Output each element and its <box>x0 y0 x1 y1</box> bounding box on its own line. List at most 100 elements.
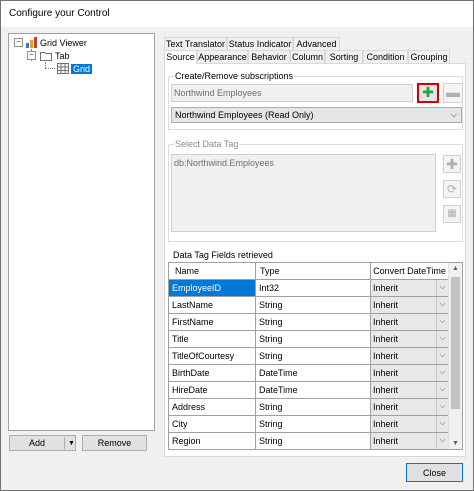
subscription-name-input[interactable]: Northwind Employees <box>171 84 413 102</box>
field-type-cell[interactable]: String <box>256 331 371 348</box>
column-header-name[interactable]: Name <box>169 263 256 280</box>
table-row[interactable]: Title String Inherit ⌵ <box>169 331 449 348</box>
tab-sorting[interactable]: Sorting <box>325 50 363 63</box>
convert-datetime-select[interactable]: Inherit ⌵ <box>371 399 449 416</box>
chevron-down-icon[interactable]: ⌵ <box>436 280 448 296</box>
chevron-down-icon[interactable]: ⌵ <box>436 365 448 381</box>
field-name-cell[interactable]: FirstName <box>169 314 256 331</box>
tab-grouping[interactable]: Grouping <box>408 50 450 63</box>
field-name-cell[interactable]: LastName <box>169 297 256 314</box>
tab-column[interactable]: Column <box>290 50 325 63</box>
tree-node-grid-label: Grid <box>71 64 93 74</box>
field-type-cell[interactable]: String <box>256 433 371 449</box>
field-name-cell[interactable]: Region <box>169 433 256 449</box>
plus-icon: ✚ <box>422 84 434 100</box>
table-row[interactable]: LastName String Inherit ⌵ <box>169 297 449 314</box>
add-tag-button[interactable]: ✚ <box>443 155 461 173</box>
field-name-cell[interactable]: Address <box>169 399 256 416</box>
remove-button[interactable]: Remove <box>82 435 147 451</box>
table-row[interactable]: Address String Inherit ⌵ <box>169 399 449 416</box>
table-tag-button[interactable]: ▦ <box>443 205 461 223</box>
field-name-cell[interactable]: HireDate <box>169 382 256 399</box>
add-button[interactable]: Add ▼ <box>9 435 76 451</box>
scroll-thumb[interactable] <box>451 277 460 409</box>
tab-text-translator[interactable]: Text Translator <box>164 37 227 50</box>
control-tree[interactable]: − Grid Viewer − Tab Grid <box>8 33 155 431</box>
convert-datetime-select[interactable]: Inherit ⌵ <box>371 331 449 348</box>
convert-datetime-select[interactable]: Inherit ⌵ <box>371 365 449 382</box>
refresh-tag-button[interactable]: ⟳ <box>443 180 461 198</box>
chevron-down-icon[interactable]: ⌵ <box>436 331 448 347</box>
chevron-down-icon[interactable]: ⌵ <box>436 433 448 449</box>
fields-grid[interactable]: Name Type Convert DateTime EmployeeID Int… <box>168 262 463 450</box>
chevron-down-icon[interactable]: ⌵ <box>436 348 448 364</box>
convert-datetime-select[interactable]: Inherit ⌵ <box>371 297 449 314</box>
convert-datetime-value: Inherit <box>373 351 399 361</box>
tab-row-bottom: Source Appearance Behavior Column Sortin… <box>164 50 466 64</box>
convert-datetime-value: Inherit <box>373 317 399 327</box>
convert-datetime-value: Inherit <box>373 334 399 344</box>
fields-group-title: Data Tag Fields retrieved <box>172 250 274 260</box>
tab-appearance[interactable]: Appearance <box>197 50 248 63</box>
convert-datetime-select[interactable]: Inherit ⌵ <box>371 314 449 331</box>
field-type-cell[interactable]: Int32 <box>256 280 371 297</box>
grid-scrollbar[interactable]: ▲ ▼ <box>448 263 462 449</box>
chevron-down-icon[interactable]: ⌵ <box>436 416 448 432</box>
field-name-cell[interactable]: BirthDate <box>169 365 256 382</box>
subscription-select[interactable]: Northwind Employees (Read Only) ⌵ <box>171 107 462 123</box>
field-type-cell[interactable]: String <box>256 416 371 433</box>
scroll-down-icon[interactable]: ▼ <box>452 440 459 447</box>
table-row[interactable]: TitleOfCourtesy String Inherit ⌵ <box>169 348 449 365</box>
refresh-icon: ⟳ <box>446 182 458 196</box>
field-type-cell[interactable]: String <box>256 399 371 416</box>
convert-datetime-select[interactable]: Inherit ⌵ <box>371 433 449 449</box>
tree-node-grid[interactable]: Grid <box>71 63 93 75</box>
convert-datetime-select[interactable]: Inherit ⌵ <box>371 348 449 365</box>
field-type-cell[interactable]: String <box>256 348 371 365</box>
tab-source[interactable]: Source <box>164 50 197 64</box>
table-row[interactable]: HireDate DateTime Inherit ⌵ <box>169 382 449 399</box>
tab-behavior[interactable]: Behavior <box>248 50 290 63</box>
field-name-cell[interactable]: EmployeeID <box>169 280 256 297</box>
field-type-cell[interactable]: String <box>256 314 371 331</box>
scroll-up-icon[interactable]: ▲ <box>452 265 459 272</box>
convert-datetime-select[interactable]: Inherit ⌵ <box>371 382 449 399</box>
chevron-down-icon[interactable]: ⌵ <box>436 382 448 398</box>
tab-row-top: Text Translator Status Indicator Advance… <box>164 37 344 50</box>
convert-datetime-value: Inherit <box>373 300 399 310</box>
tree-node-grid-viewer[interactable]: Grid Viewer <box>40 37 87 49</box>
convert-datetime-value: Inherit <box>373 436 399 446</box>
chevron-down-icon[interactable]: ⌵ <box>436 399 448 415</box>
field-type-cell[interactable]: String <box>256 297 371 314</box>
table-row[interactable]: BirthDate DateTime Inherit ⌵ <box>169 365 449 382</box>
column-header-type[interactable]: Type <box>256 263 371 280</box>
data-tag-textarea[interactable]: db:Northwind.Employees <box>171 154 436 232</box>
convert-datetime-value: Inherit <box>373 385 399 395</box>
convert-datetime-select[interactable]: Inherit ⌵ <box>371 416 449 433</box>
collapse-icon[interactable]: − <box>27 51 36 60</box>
dropdown-arrow-icon[interactable]: ▼ <box>68 436 75 451</box>
tab-advanced[interactable]: Advanced <box>293 37 340 50</box>
remove-subscription-button[interactable]: ▬ <box>443 83 463 103</box>
field-type-cell[interactable]: DateTime <box>256 382 371 399</box>
field-name-cell[interactable]: City <box>169 416 256 433</box>
field-name-cell[interactable]: TitleOfCourtesy <box>169 348 256 365</box>
convert-datetime-select[interactable]: Inherit ⌵ <box>371 280 449 297</box>
table-row[interactable]: EmployeeID Int32 Inherit ⌵ <box>169 280 449 297</box>
subscription-select-value: Northwind Employees (Read Only) <box>175 110 314 120</box>
table-row[interactable]: FirstName String Inherit ⌵ <box>169 314 449 331</box>
close-button[interactable]: Close <box>406 463 463 482</box>
field-name-cell[interactable]: Title <box>169 331 256 348</box>
field-type-cell[interactable]: DateTime <box>256 365 371 382</box>
collapse-icon[interactable]: − <box>14 38 23 47</box>
tab-status-indicator[interactable]: Status Indicator <box>227 37 293 50</box>
chevron-down-icon[interactable]: ⌵ <box>436 314 448 330</box>
tree-node-tab[interactable]: Tab <box>55 50 70 62</box>
tab-condition[interactable]: Condition <box>363 50 408 63</box>
table-row[interactable]: City String Inherit ⌵ <box>169 416 449 433</box>
grid-viewer-icon <box>26 37 37 48</box>
table-row[interactable]: Region String Inherit ⌵ <box>169 433 449 449</box>
column-header-convert[interactable]: Convert DateTime <box>371 263 449 280</box>
add-subscription-button[interactable]: ✚ <box>417 83 439 103</box>
chevron-down-icon[interactable]: ⌵ <box>436 297 448 313</box>
